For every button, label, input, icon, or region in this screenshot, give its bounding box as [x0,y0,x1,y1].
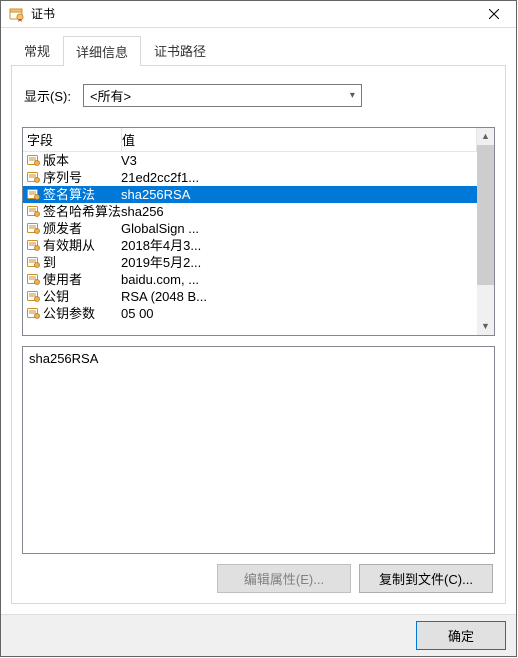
dialog-footer: 确定 [1,614,516,656]
fields-list-header: 字段 值 [23,128,477,152]
field-icon [27,239,40,252]
tab-strip: 常规 详细信息 证书路径 [11,35,506,65]
action-buttons-row: 编辑属性(E)... 复制到文件(C)... [22,562,495,593]
show-select[interactable]: <所有> ▾ [83,84,362,107]
show-label: 显示(S): [24,86,71,105]
field-value: GlobalSign ... [121,220,477,237]
field-value: 21ed2cc2f1... [121,169,477,186]
table-row[interactable]: 版本 V3 [23,152,477,169]
field-icon [27,171,40,184]
field-value: V3 [121,152,477,169]
tab-general[interactable]: 常规 [11,35,63,65]
field-name: 序列号 [43,169,82,186]
field-value: 05 00 [121,305,477,322]
fields-list: 字段 值 版本 V3 序列号 21ed2cc2f1... 签名算法 sha256RSA签名… [22,127,495,336]
table-row[interactable]: 到 2019年5月2... [23,254,477,271]
field-icon [27,154,40,167]
field-name: 到 [43,254,56,271]
scroll-track[interactable] [477,145,494,318]
field-name: 公钥参数 [43,305,95,322]
field-name: 使用者 [43,271,82,288]
close-button[interactable] [471,1,516,27]
field-name: 颁发者 [43,220,82,237]
scroll-thumb[interactable] [477,145,494,285]
field-icon [27,188,40,201]
field-value: sha256RSA [121,186,477,203]
field-value: RSA (2048 B... [121,288,477,305]
certificate-icon [9,6,25,22]
client-area: 常规 详细信息 证书路径 显示(S): <所有> ▾ 字段 值 版本 V3 序列号 2… [1,28,516,614]
table-row[interactable]: 签名算法 sha256RSA [23,186,477,203]
field-icon [27,205,40,218]
field-icon [27,290,40,303]
fields-list-scrollbar[interactable]: ▲ ▼ [477,128,494,335]
scroll-up-icon[interactable]: ▲ [477,128,494,145]
scroll-down-icon[interactable]: ▼ [477,318,494,335]
field-name: 签名算法 [43,186,95,203]
ok-button[interactable]: 确定 [416,621,506,650]
field-name: 签名哈希算法 [43,203,121,220]
field-icon [27,256,40,269]
table-row[interactable]: 使用者 baidu.com, ... [23,271,477,288]
certificate-dialog: 证书 常规 详细信息 证书路径 显示(S): <所有> ▾ [0,0,517,657]
tab-details[interactable]: 详细信息 [63,36,141,66]
field-value: 2019年5月2... [121,254,477,271]
table-row[interactable]: 公钥 RSA (2048 B... [23,288,477,305]
column-header-value[interactable]: 值 [122,128,477,151]
edit-properties-button: 编辑属性(E)... [217,564,351,593]
field-name: 有效期从 [43,237,95,254]
chevron-down-icon: ▾ [350,90,355,101]
show-filter-row: 显示(S): <所有> ▾ [22,84,495,107]
titlebar: 证书 [1,1,516,28]
value-detail-box[interactable]: sha256RSA [22,346,495,554]
table-row[interactable]: 签名哈希算法sha256 [23,203,477,220]
field-value: 2018年4月3... [121,237,477,254]
show-select-value: <所有> [90,86,350,105]
column-header-field[interactable]: 字段 [23,128,122,151]
table-row[interactable]: 公钥参数 05 00 [23,305,477,322]
details-panel: 显示(S): <所有> ▾ 字段 值 版本V3序列号21ed2cc2f1...签… [11,65,506,604]
field-name: 版本 [43,152,69,169]
tab-path[interactable]: 证书路径 [141,35,219,65]
close-icon [489,9,499,19]
table-row[interactable]: 序列号 21ed2cc2f1... [23,169,477,186]
field-value: baidu.com, ... [121,271,477,288]
window-title: 证书 [31,5,471,22]
value-detail-text: sha256RSA [29,351,98,366]
field-icon [27,307,40,320]
field-icon [27,222,40,235]
fields-list-body: 字段 值 版本 V3 序列号 21ed2cc2f1... 签名算法 sha256RSA签名… [23,128,477,335]
field-value: sha256 [121,203,477,220]
table-row[interactable]: 有效期从 2018年4月3... [23,237,477,254]
table-row[interactable]: 颁发者 GlobalSign ... [23,220,477,237]
copy-to-file-button[interactable]: 复制到文件(C)... [359,564,493,593]
field-name: 公钥 [43,288,69,305]
field-icon [27,273,40,286]
